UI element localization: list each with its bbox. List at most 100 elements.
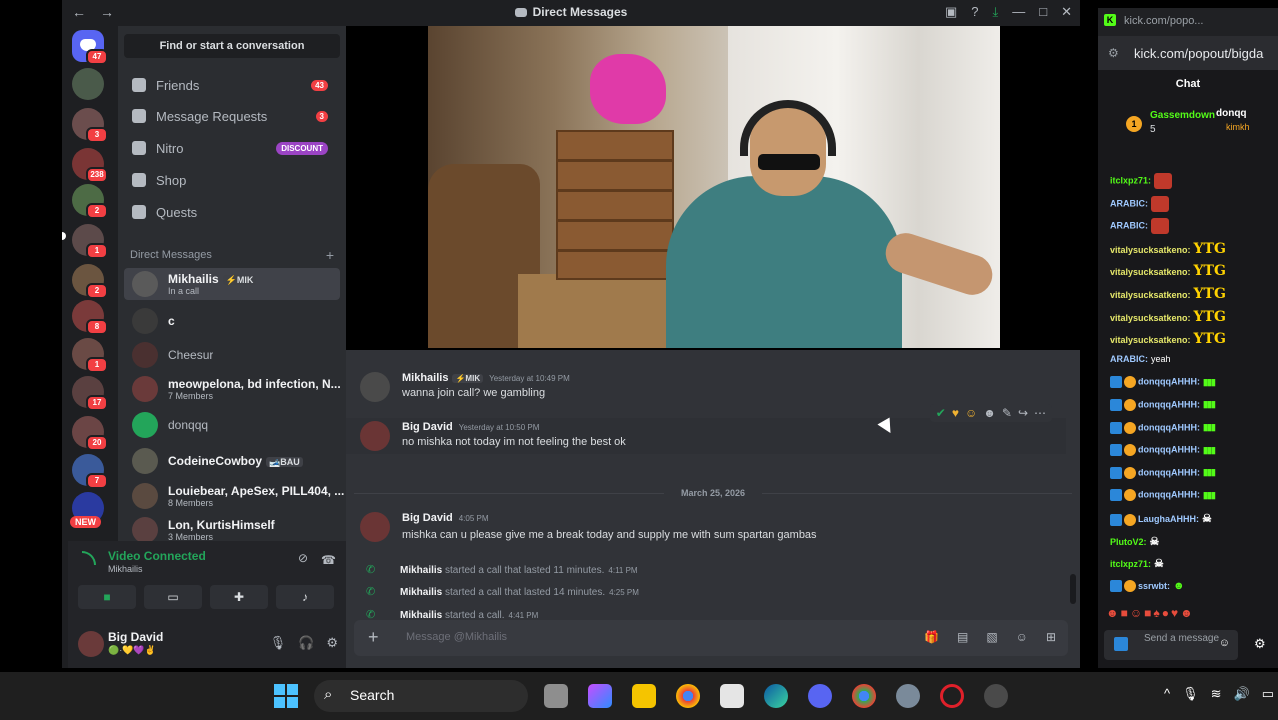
soundboard-button[interactable]: ♪ — [276, 585, 334, 609]
edit-icon[interactable]: ✎ — [1002, 406, 1012, 420]
emote-picker-icon[interactable]: ☺ — [1219, 638, 1230, 649]
nav-message-requests[interactable]: Message Requests 3 — [124, 101, 340, 131]
gifter-name[interactable]: kimkh — [1226, 122, 1250, 132]
message-author[interactable]: Mikhailis — [402, 372, 448, 384]
battery-icon[interactable]: ▭ — [1262, 686, 1274, 702]
disconnect-icon[interactable]: ☎ — [321, 553, 336, 567]
message[interactable]: Mikhailis ⚡MIK Yesterday at 10:49 PM wanna… — [346, 372, 1066, 408]
chat-username[interactable]: itclxpz71: — [1110, 559, 1151, 569]
send-message-input[interactable]: Send a message ☺ — [1104, 630, 1238, 660]
apps-icon[interactable]: ⊞ — [1046, 630, 1056, 644]
help-icon[interactable]: ? — [971, 4, 978, 20]
scrollbar[interactable] — [1070, 574, 1076, 604]
message[interactable]: Big David Yesterday at 10:50 PM no mishka… — [346, 404, 1066, 454]
mic-tray-icon[interactable]: 🎙 — [1182, 686, 1199, 702]
laugh-reaction-icon[interactable]: ☺ — [965, 406, 977, 420]
wifi-icon[interactable]: ≋ — [1211, 686, 1222, 702]
server-icon[interactable]: 238 — [72, 148, 108, 183]
more-icon[interactable]: ⋯ — [1034, 406, 1046, 420]
headphones-icon[interactable]: 🎧 — [298, 635, 314, 651]
chat-username[interactable]: vitalysucksatkeno: — [1110, 290, 1191, 300]
edge-icon[interactable] — [764, 684, 788, 708]
browser-tab[interactable]: Kkick.com/popo... — [1098, 8, 1278, 36]
home-button[interactable]: 47 — [72, 30, 108, 65]
inbox-icon[interactable]: ▣ — [945, 4, 957, 20]
add-reaction-icon[interactable]: ☻ — [983, 406, 996, 420]
dm-item[interactable]: donqqq — [124, 409, 340, 441]
chat-settings-icon[interactable]: ⚙ — [1254, 636, 1266, 652]
settings-gear-icon[interactable]: ⚙ — [326, 635, 338, 651]
message[interactable]: Big David 4:05 PM mishka can u please giv… — [346, 512, 1066, 548]
avatar[interactable] — [360, 421, 390, 451]
chat-username[interactable]: ARABIC: — [1110, 198, 1148, 208]
server-icon[interactable]: 3 — [72, 108, 108, 143]
maximize-icon[interactable]: □ — [1039, 4, 1047, 20]
emoji-icon[interactable]: ☺ — [1016, 630, 1028, 644]
server-icon[interactable]: 2 — [72, 184, 108, 219]
dm-item[interactable]: Cheesur — [124, 339, 340, 371]
address-bar[interactable]: ⚙ kick.com/popout/bigda — [1098, 36, 1278, 70]
file-explorer-icon[interactable] — [632, 684, 656, 708]
message-input[interactable]: Message @Mikhailis — [406, 631, 507, 643]
download-icon[interactable]: ⤓ — [992, 4, 998, 20]
chat-username[interactable]: vitalysucksatkeno: — [1110, 313, 1191, 323]
chat-username[interactable]: donqqqAHHH: — [1138, 422, 1200, 432]
taskbar-search[interactable]: ⌕ Search — [314, 680, 528, 712]
volume-icon[interactable]: 🔊 — [1234, 686, 1250, 702]
server-icon[interactable]: 2 — [72, 264, 108, 299]
nav-friends[interactable]: Friends 43 — [124, 70, 340, 100]
dm-item[interactable]: meowpelona, bd infection, N... 7 Members — [124, 373, 341, 405]
chat-username[interactable]: donqqqAHHH: — [1138, 467, 1200, 477]
nav-nitro[interactable]: Nitro DISCOUNT — [124, 133, 340, 163]
gif-icon[interactable]: ▤ — [957, 630, 968, 644]
screen-share-button[interactable]: ▭ — [144, 585, 202, 609]
call-user[interactable]: Mikhailis — [400, 565, 442, 576]
copilot-icon[interactable] — [588, 684, 612, 708]
chat-username[interactable]: PlutoV2: — [1110, 537, 1147, 547]
server-icon[interactable]: 1 — [72, 338, 108, 373]
minimize-icon[interactable]: — — [1012, 4, 1025, 20]
chat-username[interactable]: donqqqAHHH: — [1138, 377, 1200, 387]
chat-username[interactable]: ssrwbt: — [1138, 581, 1170, 591]
chat-username[interactable]: LaughaAHHH: — [1138, 514, 1199, 524]
discord-taskbar-icon[interactable] — [808, 684, 832, 708]
microphone-icon[interactable]: 🎙 — [270, 635, 287, 651]
chat-username[interactable]: vitalysucksatkeno: — [1110, 267, 1191, 277]
server-icon[interactable] — [72, 68, 104, 100]
chevron-up-icon[interactable]: ^ — [1164, 686, 1170, 702]
camera-button[interactable]: ■ — [78, 585, 136, 609]
app-icon[interactable] — [984, 684, 1008, 708]
chrome-icon[interactable] — [676, 684, 700, 708]
gifter-name[interactable]: donqq — [1216, 108, 1247, 119]
opera-icon[interactable] — [940, 684, 964, 708]
forward-icon[interactable]: ↪ — [1018, 406, 1028, 420]
avatar[interactable] — [78, 631, 104, 657]
chrome-profile-icon[interactable] — [852, 684, 876, 708]
upload-plus-icon[interactable]: + — [368, 627, 379, 648]
dm-item[interactable]: Mikhailis ⚡MIK In a call — [124, 268, 340, 300]
chat-username[interactable]: ARABIC: — [1110, 221, 1148, 231]
nav-quests[interactable]: Quests — [124, 197, 340, 227]
server-icon[interactable]: 20 — [72, 416, 108, 451]
avatar[interactable] — [360, 512, 390, 542]
message-author[interactable]: Big David — [402, 512, 453, 524]
noise-suppression-icon[interactable]: ⊘ — [298, 551, 308, 565]
call-user[interactable]: Mikhailis — [400, 587, 442, 598]
voice-channel[interactable]: Mikhailis — [108, 564, 143, 574]
server-icon[interactable]: 8 — [72, 300, 108, 335]
emote-bar[interactable]: ☻■☺■♠●♥☻ — [1106, 606, 1195, 620]
dm-item[interactable]: CodeineCowboy 🎿BAU — [124, 445, 340, 477]
chat-username[interactable]: itclxpz71: — [1110, 175, 1151, 185]
chat-username[interactable]: donqqqAHHH: — [1138, 399, 1200, 409]
chat-username[interactable]: vitalysucksatkeno: — [1110, 245, 1191, 255]
video-feed[interactable] — [428, 26, 1000, 348]
gifter-name[interactable]: Gassemdown — [1150, 110, 1215, 121]
site-settings-icon[interactable]: ⚙ — [1108, 46, 1119, 60]
dm-item[interactable]: c — [124, 305, 340, 337]
server-icon[interactable]: 1 — [72, 224, 108, 259]
heart-reaction-icon[interactable]: ♥ — [952, 406, 959, 420]
task-view-icon[interactable] — [544, 684, 568, 708]
server-icon[interactable]: 7 — [72, 454, 108, 489]
settings-taskbar-icon[interactable] — [896, 684, 920, 708]
dm-item[interactable]: Lon, KurtisHimself 3 Members — [124, 514, 340, 541]
